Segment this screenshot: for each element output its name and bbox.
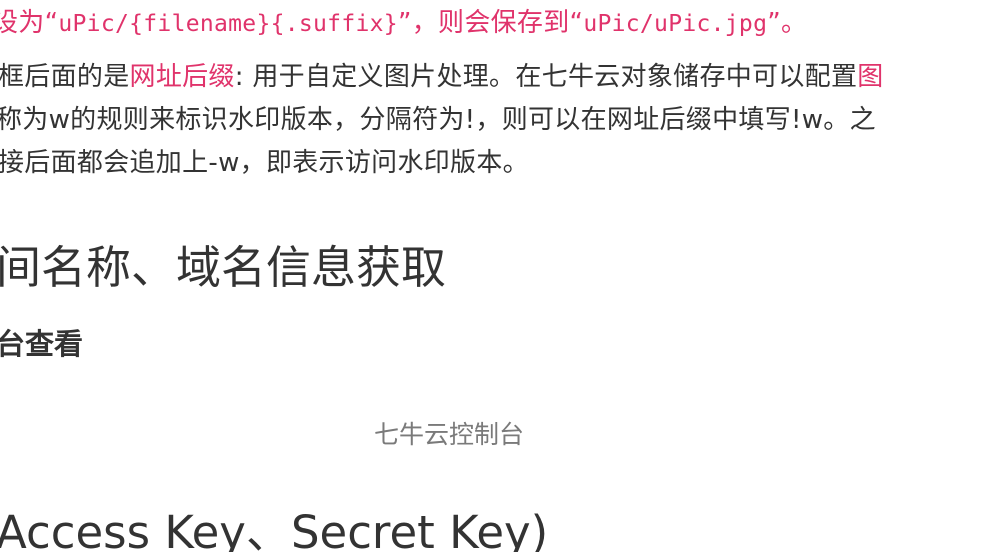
- url-suffix-label: 网址后缀: [129, 62, 235, 92]
- subheading-view-console: 台查看: [0, 327, 84, 361]
- paragraph-line-append: 接后面都会追加上-w，即表示访问水印版本。: [0, 146, 529, 180]
- quote-close-2: ”。: [767, 8, 808, 38]
- section-heading-keys: Access Key、Secret Key): [0, 506, 549, 552]
- section-heading-bucket-domain: 间名称、域名信息获取: [0, 241, 447, 294]
- paragraph-rest: : 用于自定义图片处理。在七牛云对象储存中可以配置: [234, 62, 858, 92]
- inline-code-output-path: uPic/uPic.jpg: [583, 11, 768, 37]
- paragraph-text: 接后面都会追加上-w，即表示访问水印版本。: [0, 148, 529, 178]
- paragraph-trail: 图: [857, 62, 884, 92]
- paragraph-text: 称为w的规则来标识水印版本，分隔符为!，则可以在网址后缀中填写!w。之: [0, 105, 876, 135]
- inline-code-filename-pattern: uPic/{filename}{.suffix}: [58, 11, 398, 37]
- quote-open: “: [44, 8, 59, 38]
- image-caption: 七牛云控制台: [374, 420, 525, 449]
- code-sentence-middle: 则会保存到: [438, 8, 570, 38]
- quote-open-2: “: [569, 8, 584, 38]
- code-sentence-prefix: 设为: [0, 8, 45, 38]
- quote-close: ”，: [397, 8, 439, 38]
- paragraph-prefix: 框后面的是: [0, 62, 130, 92]
- paragraph-line-watermark: 称为w的规则来标识水印版本，分隔符为!，则可以在网址后缀中填写!w。之: [0, 103, 876, 137]
- paragraph-line-suffix: 框后面的是网址后缀: 用于自定义图片处理。在七牛云对象储存中可以配置图: [0, 60, 884, 94]
- code-sentence: 设为“uPic/{filename}{.suffix}”，则会保存到“uPic/…: [0, 6, 807, 41]
